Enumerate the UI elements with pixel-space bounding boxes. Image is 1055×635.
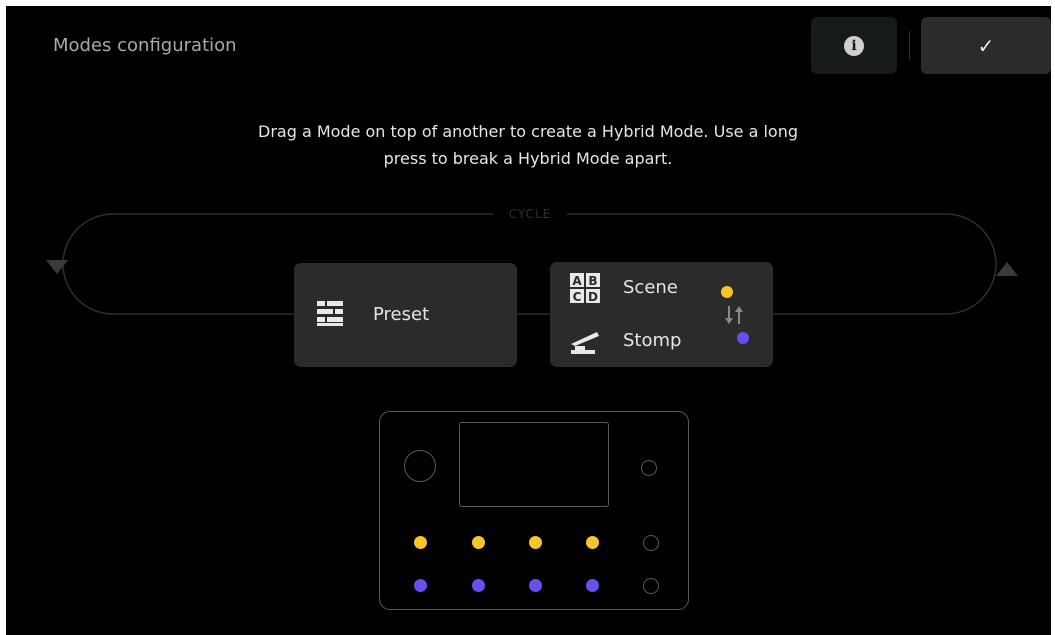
- modes-configuration-screen: Modes configuration i ✓ Drag a Mode on t…: [6, 6, 1051, 635]
- mode-card-hybrid-scene-stomp[interactable]: A B C D Scene Stomp: [550, 262, 773, 367]
- device-button-top: [641, 460, 657, 476]
- device-diagram: [379, 411, 689, 610]
- device-display: [459, 422, 609, 507]
- svg-text:A: A: [572, 274, 582, 288]
- footswitch-top-1: [414, 536, 427, 549]
- mode-label-scene: Scene: [623, 277, 678, 298]
- cycle-arrow-up-icon: [996, 262, 1018, 276]
- mode-card-preset[interactable]: Preset: [294, 263, 517, 367]
- abcd-scene-icon: A B C D: [570, 273, 600, 304]
- footswitch-bottom-5: [643, 578, 659, 594]
- svg-text:C: C: [573, 290, 582, 304]
- footswitch-top-3: [529, 536, 542, 549]
- cycle-arrow-down-icon: [46, 260, 68, 274]
- cycle-label: CYCLE: [493, 207, 567, 221]
- footswitch-top-2: [472, 536, 485, 549]
- preset-grid-icon: [317, 301, 343, 326]
- svg-text:B: B: [588, 274, 597, 288]
- device-knob: [404, 450, 436, 482]
- footswitch-bottom-3: [529, 579, 542, 592]
- svg-text:D: D: [588, 290, 598, 304]
- swap-arrows-icon: [725, 306, 743, 324]
- footswitch-bottom-1: [414, 579, 427, 592]
- footswitch-bottom-4: [586, 579, 599, 592]
- stomp-color-dot: [737, 332, 749, 344]
- footswitch-top-4: [586, 536, 599, 549]
- mode-label-preset: Preset: [373, 304, 430, 325]
- scene-color-dot: [721, 286, 733, 298]
- footswitch-top-5: [643, 535, 659, 551]
- mode-label-stomp: Stomp: [623, 330, 682, 351]
- stomp-pedal-icon: [571, 332, 599, 354]
- footswitch-bottom-2: [472, 579, 485, 592]
